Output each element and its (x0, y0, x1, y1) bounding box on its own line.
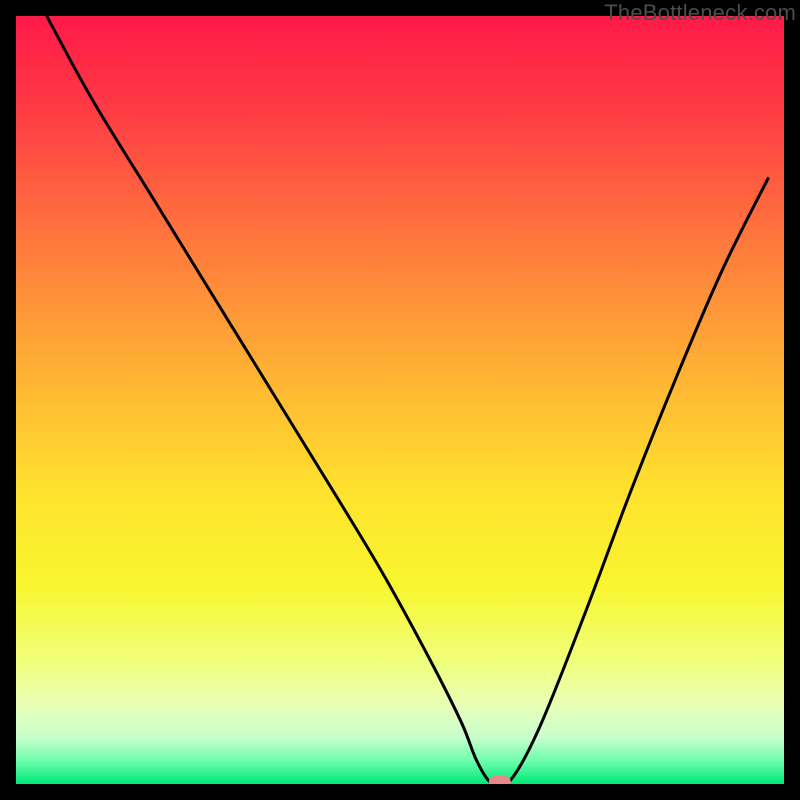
plot-area (16, 16, 784, 784)
optimal-marker (489, 776, 511, 784)
chart-frame: TheBottleneck.com (0, 0, 800, 800)
bottleneck-curve (47, 16, 769, 784)
watermark-text: TheBottleneck.com (604, 0, 796, 26)
curve-layer (16, 16, 784, 784)
